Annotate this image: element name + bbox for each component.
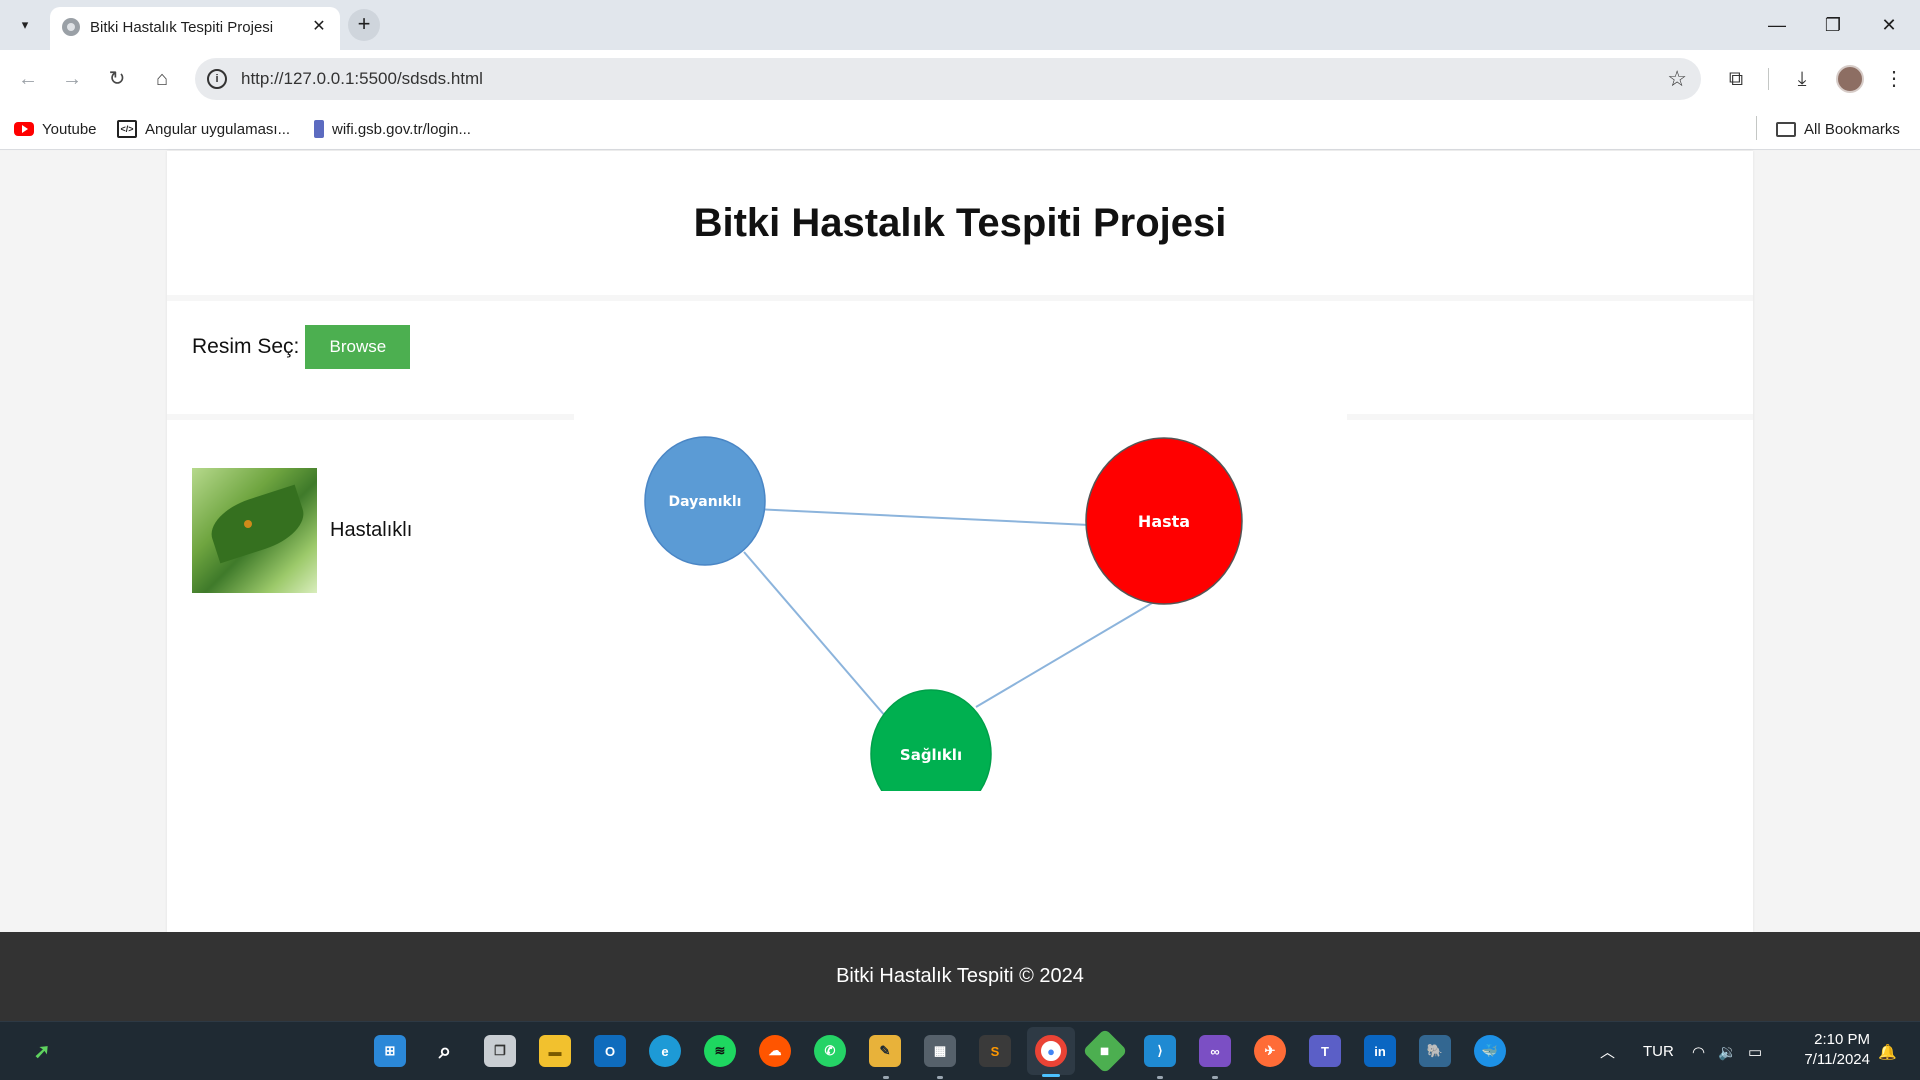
- os-taskbar: ➚ ⊞ ⌕ ❐ ▬ O e ≋ ☁ ✆ ✎ ▦ S ● ◆ ⟩ ∞ ✈ T in…: [0, 1021, 1920, 1080]
- browser-toolbar: ← → ↻ ⌂ i http://127.0.0.1:5500/sdsds.ht…: [0, 50, 1920, 108]
- new-tab-button[interactable]: +: [348, 9, 380, 41]
- address-url[interactable]: http://127.0.0.1:5500/sdsds.html: [241, 69, 483, 89]
- calculator-icon[interactable]: ▦: [924, 1035, 956, 1067]
- header-divider: [167, 295, 1753, 301]
- browse-button[interactable]: Browse: [305, 325, 411, 369]
- outlook-icon[interactable]: O: [594, 1035, 626, 1067]
- wifi-icon[interactable]: ◠: [1692, 1022, 1705, 1080]
- footer-text: Bitki Hastalık Tespiti © 2024: [836, 965, 1084, 987]
- page-container: Bitki Hastalık Tespiti Projesi Resim Seç…: [167, 151, 1753, 932]
- bookmarks-divider: [1756, 116, 1757, 140]
- bookmarks-bar: Youtube </> Angular uygulaması... wifi.g…: [0, 108, 1920, 150]
- postgresql-icon[interactable]: 🐘: [1419, 1035, 1451, 1067]
- edge-hasta-saglikli: [975, 595, 1165, 708]
- whatsapp-icon[interactable]: ✆: [814, 1035, 846, 1067]
- running-indicator: [1212, 1076, 1218, 1079]
- back-arrow-icon[interactable]: ←: [12, 63, 44, 95]
- disease-spot: [244, 520, 252, 528]
- address-bar[interactable]: i http://127.0.0.1:5500/sdsds.html ☆: [195, 58, 1701, 100]
- node-label-saglikli: Sağlıklı: [900, 746, 962, 764]
- git-icon[interactable]: ◆: [1082, 1028, 1128, 1074]
- node-saglikli: [870, 689, 992, 791]
- page-title: Bitki Hastalık Tespiti Projesi: [693, 201, 1227, 245]
- section-divider-right: [1347, 414, 1753, 420]
- reload-icon[interactable]: ↻: [101, 63, 133, 95]
- upload-form: Resim Seç: Browse: [192, 325, 411, 369]
- battery-icon[interactable]: ▭: [1748, 1022, 1762, 1080]
- bookmark-label: Angular uygulaması...: [145, 120, 291, 138]
- uploaded-leaf-image: [192, 468, 317, 593]
- all-bookmarks-label: All Bookmarks: [1804, 120, 1900, 138]
- windows-start-icon[interactable]: ⊞: [374, 1035, 406, 1067]
- running-indicator: [883, 1076, 889, 1079]
- clock-time: 2:10 PM: [1814, 1031, 1870, 1048]
- teams-icon[interactable]: T: [1309, 1035, 1341, 1067]
- status-network-graph: Dayanıklı Hasta Sağlıklı: [644, 436, 1243, 791]
- running-indicator: [1157, 1076, 1163, 1079]
- system-clock[interactable]: 2:10 PM 7/11/2024: [1790, 1030, 1870, 1070]
- sublime-text-icon[interactable]: S: [979, 1035, 1011, 1067]
- bookmark-label: Youtube: [42, 120, 97, 138]
- tab-close-icon[interactable]: ✕: [308, 16, 330, 38]
- extensions-icon[interactable]: ⧉: [1722, 65, 1750, 93]
- globe-icon: [62, 18, 80, 36]
- vscode-icon[interactable]: ⟩: [1144, 1035, 1176, 1067]
- page-viewport: Bitki Hastalık Tespiti Projesi Resim Seç…: [0, 151, 1920, 932]
- menu-kebab-icon[interactable]: ⋮: [1880, 65, 1908, 93]
- postman-icon[interactable]: ✈: [1254, 1035, 1286, 1067]
- home-icon[interactable]: ⌂: [146, 63, 178, 95]
- code-page-icon: </>: [117, 120, 137, 138]
- browser-tab-active[interactable]: Bitki Hastalık Tespiti Projesi ✕: [50, 7, 340, 50]
- language-indicator[interactable]: TUR: [1643, 1022, 1674, 1080]
- forward-arrow-icon[interactable]: →: [56, 63, 88, 95]
- active-app-indicator: [1042, 1074, 1060, 1077]
- youtube-icon: [14, 122, 34, 136]
- profile-avatar[interactable]: [1836, 65, 1864, 93]
- widgets-icon[interactable]: ➚: [26, 1035, 58, 1067]
- bookmark-label: wifi.gsb.gov.tr/login...: [332, 120, 471, 138]
- volume-icon[interactable]: 🔉: [1718, 1022, 1737, 1080]
- site-info-icon[interactable]: i: [207, 69, 227, 89]
- bookmark-youtube[interactable]: Youtube: [14, 116, 97, 142]
- paint-icon[interactable]: ✎: [869, 1035, 901, 1067]
- site-icon: [314, 120, 324, 138]
- edge-dayanikli-saglikli: [743, 551, 887, 718]
- spotify-icon[interactable]: ≋: [704, 1035, 736, 1067]
- bookmark-star-icon[interactable]: ☆: [1667, 66, 1687, 92]
- node-label-dayanikli: Dayanıklı: [669, 494, 742, 510]
- task-view-icon[interactable]: ❐: [484, 1035, 516, 1067]
- page-footer: Bitki Hastalık Tespiti © 2024: [0, 932, 1920, 1021]
- file-explorer-icon[interactable]: ▬: [539, 1035, 571, 1067]
- tab-title: Bitki Hastalık Tespiti Projesi: [90, 19, 274, 36]
- soundcloud-icon[interactable]: ☁: [759, 1035, 791, 1067]
- restore-button[interactable]: ❐: [1810, 10, 1856, 40]
- notification-bell-icon[interactable]: 🔔: [1878, 1022, 1897, 1080]
- visual-studio-icon[interactable]: ∞: [1199, 1035, 1231, 1067]
- node-label-hasta: Hasta: [1138, 512, 1190, 531]
- toolbar-divider: [1768, 68, 1769, 90]
- clock-date: 7/11/2024: [1804, 1051, 1870, 1068]
- leaf-shape: [204, 484, 311, 564]
- chrome-icon[interactable]: ●: [1035, 1035, 1067, 1067]
- bookmark-angular[interactable]: </> Angular uygulaması...: [117, 116, 290, 142]
- minimize-button[interactable]: —: [1754, 10, 1800, 40]
- close-window-button[interactable]: ✕: [1866, 10, 1912, 40]
- upload-label: Resim Seç:: [192, 335, 300, 358]
- tab-search-chevron-icon[interactable]: ▾: [12, 12, 38, 38]
- all-bookmarks-button[interactable]: All Bookmarks: [1776, 116, 1900, 142]
- search-icon[interactable]: ⌕: [429, 1035, 461, 1067]
- folder-icon: [1776, 121, 1796, 137]
- prediction-result: Hastalıklı: [330, 519, 413, 541]
- browser-tabstrip: ▾ Bitki Hastalık Tespiti Projesi ✕ + — ❐…: [0, 0, 1920, 50]
- section-divider-left: [167, 414, 574, 420]
- tray-overflow-chevron-icon[interactable]: ︿: [1600, 1022, 1615, 1080]
- running-indicator: [937, 1076, 943, 1079]
- bookmark-wifi-gsb[interactable]: wifi.gsb.gov.tr/login...: [314, 116, 471, 142]
- download-icon[interactable]: ⤓: [1788, 65, 1816, 93]
- docker-icon[interactable]: 🐳: [1474, 1035, 1506, 1067]
- linkedin-icon[interactable]: in: [1364, 1035, 1396, 1067]
- edge-dayanikli-hasta: [753, 508, 1111, 527]
- edge-icon[interactable]: e: [649, 1035, 681, 1067]
